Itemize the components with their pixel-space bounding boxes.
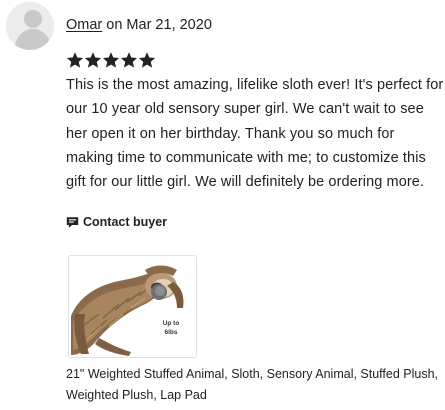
star-icon [120, 52, 138, 68]
star-icon [138, 52, 156, 68]
product-title-link[interactable]: 21" Weighted Stuffed Animal, Sloth, Sens… [66, 364, 442, 406]
star-icon [66, 52, 84, 68]
reviewer-avatar[interactable] [6, 2, 54, 50]
star-icon [102, 52, 120, 68]
star-icon [84, 52, 102, 68]
weight-badge: Up to 6lbs [162, 320, 180, 336]
review-meta: Omar on Mar 21, 2020 [66, 16, 212, 34]
contact-buyer-button[interactable]: Contact buyer [66, 215, 167, 229]
star-rating [66, 51, 156, 69]
reviewer-name-link[interactable]: Omar [66, 17, 102, 33]
default-user-avatar-icon [6, 2, 54, 50]
review-card: Omar on Mar 21, 2020 This is the most am… [0, 0, 445, 410]
contact-buyer-label: Contact buyer [83, 215, 168, 229]
review-text: This is the most amazing, lifelike sloth… [66, 77, 444, 191]
product-thumbnail[interactable]: Up to 6lbs [68, 255, 197, 358]
review-date: on Mar 21, 2020 [102, 17, 212, 33]
speech-bubble-icon [66, 216, 79, 229]
sloth-plush-image [69, 256, 196, 357]
